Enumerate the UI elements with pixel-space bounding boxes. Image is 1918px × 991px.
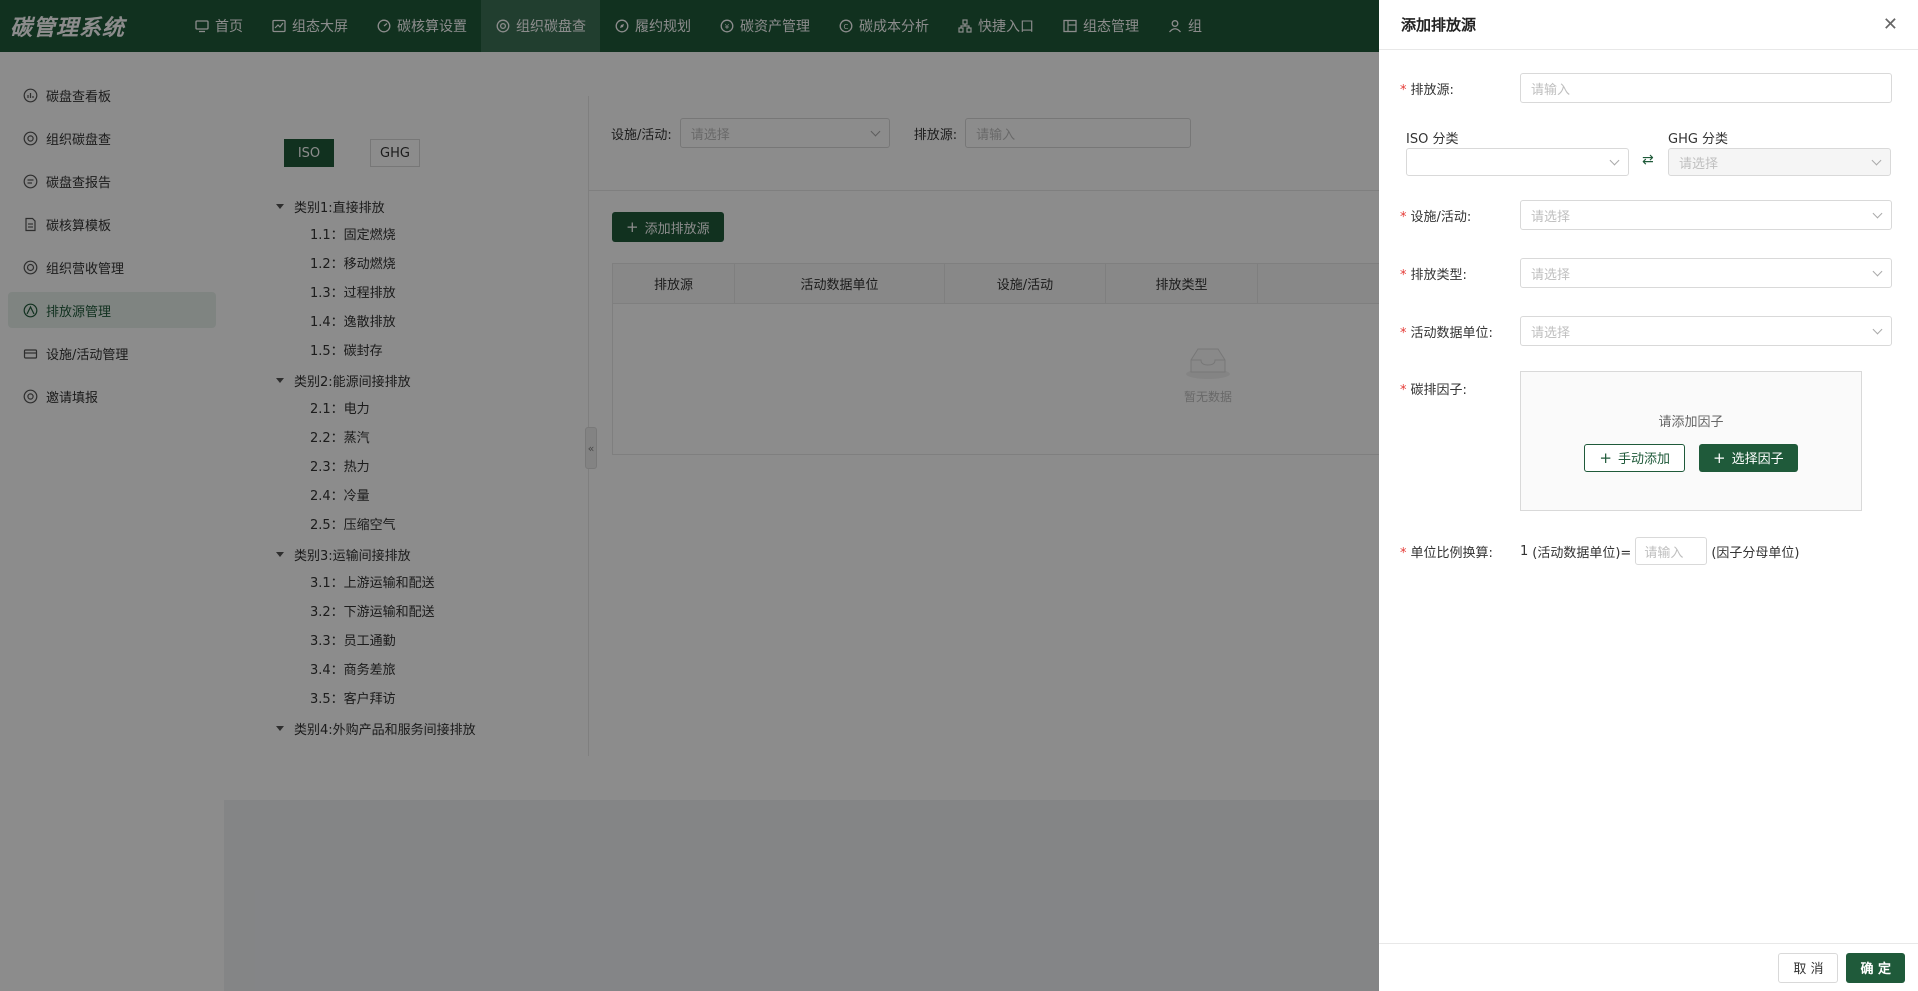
form-label: * 碳排因子: bbox=[1400, 383, 1467, 398]
chevron-down-icon bbox=[1872, 266, 1883, 276]
ghg-classification-select: 请选择 bbox=[1668, 148, 1891, 176]
cancel-button[interactable]: 取 消 bbox=[1778, 952, 1839, 983]
facility-select[interactable]: 请选择 bbox=[1520, 200, 1892, 230]
form-label: * 排放源: bbox=[1400, 82, 1454, 98]
chevron-down-icon bbox=[1609, 155, 1620, 165]
select-factor-button[interactable]: + 选择因子 bbox=[1699, 443, 1798, 472]
emission-source-input[interactable]: 请输入 bbox=[1520, 73, 1892, 103]
swap-icon[interactable]: ⇄ bbox=[1642, 152, 1654, 168]
activity-unit-select[interactable]: 请选择 bbox=[1520, 316, 1892, 346]
ghg-classification-label: GHG 分类 bbox=[1668, 132, 1729, 147]
form-label: * 单位比例换算: bbox=[1400, 545, 1493, 561]
plus-icon: + bbox=[1713, 448, 1726, 467]
form-row-unit-ratio: * 单位比例换算: 1 (活动数据单位)= 请输入 (因子分母单位) bbox=[1400, 537, 1799, 565]
drawer-body: * 排放源: 请输入 ISO 分类 GHG 分类 ⇄ 请选择 * 设施/活动: 请选… bbox=[1379, 50, 1918, 943]
form-row-facility: * 设施/活动: 请选择 bbox=[1400, 200, 1892, 230]
add-emission-source-drawer: 添加排放源 ✕ * 排放源: 请输入 ISO 分类 GHG 分类 ⇄ 请选择 * 设… bbox=[1379, 0, 1918, 991]
ratio-left-value: 1 bbox=[1520, 543, 1529, 559]
ratio-input[interactable]: 请输入 bbox=[1635, 537, 1708, 565]
form-row-emission-type: * 排放类型: 请选择 bbox=[1400, 258, 1892, 288]
form-label: * 活动数据单位: bbox=[1400, 325, 1493, 341]
form-row-source: * 排放源: 请输入 bbox=[1400, 73, 1892, 103]
form-label: * 设施/活动: bbox=[1400, 209, 1472, 225]
factor-hint: 请添加因子 bbox=[1658, 414, 1724, 430]
drawer-title: 添加排放源 bbox=[1401, 16, 1477, 34]
emission-type-select[interactable]: 请选择 bbox=[1520, 258, 1892, 288]
ratio-right-unit: (因子分母单位) bbox=[1711, 545, 1800, 561]
chevron-down-icon bbox=[1871, 155, 1882, 165]
select-placeholder: 请选择 bbox=[1531, 325, 1571, 341]
select-placeholder: 请选择 bbox=[1679, 156, 1719, 172]
form-row-emission-factor: * 碳排因子: 请添加因子 + 手动添加 + 选择因子 bbox=[1400, 371, 1862, 511]
confirm-button[interactable]: 确 定 bbox=[1846, 952, 1905, 983]
form-row-activity-unit: * 活动数据单位: 请选择 bbox=[1400, 316, 1892, 346]
drawer-footer: 取 消 确 定 bbox=[1379, 943, 1918, 991]
emission-factor-box: 请添加因子 + 手动添加 + 选择因子 bbox=[1520, 371, 1862, 511]
drawer-header: 添加排放源 ✕ bbox=[1379, 0, 1918, 50]
iso-classification-label: ISO 分类 bbox=[1406, 132, 1459, 147]
input-placeholder: 请输入 bbox=[1531, 82, 1571, 98]
unit-ratio: 1 (活动数据单位)= 请输入 (因子分母单位) bbox=[1520, 537, 1799, 565]
iso-classification-select[interactable] bbox=[1406, 148, 1629, 176]
manual-add-button[interactable]: + 手动添加 bbox=[1584, 443, 1685, 472]
close-icon[interactable]: ✕ bbox=[1883, 14, 1898, 35]
factor-actions: + 手动添加 + 选择因子 bbox=[1584, 443, 1798, 472]
select-placeholder: 请选择 bbox=[1531, 267, 1571, 283]
plus-icon: + bbox=[1599, 448, 1612, 467]
chevron-down-icon bbox=[1872, 208, 1883, 218]
chevron-down-icon bbox=[1872, 324, 1883, 334]
ratio-left-unit: (活动数据单位)= bbox=[1532, 545, 1632, 561]
form-label: * 排放类型: bbox=[1400, 267, 1467, 283]
select-placeholder: 请选择 bbox=[1531, 209, 1571, 225]
